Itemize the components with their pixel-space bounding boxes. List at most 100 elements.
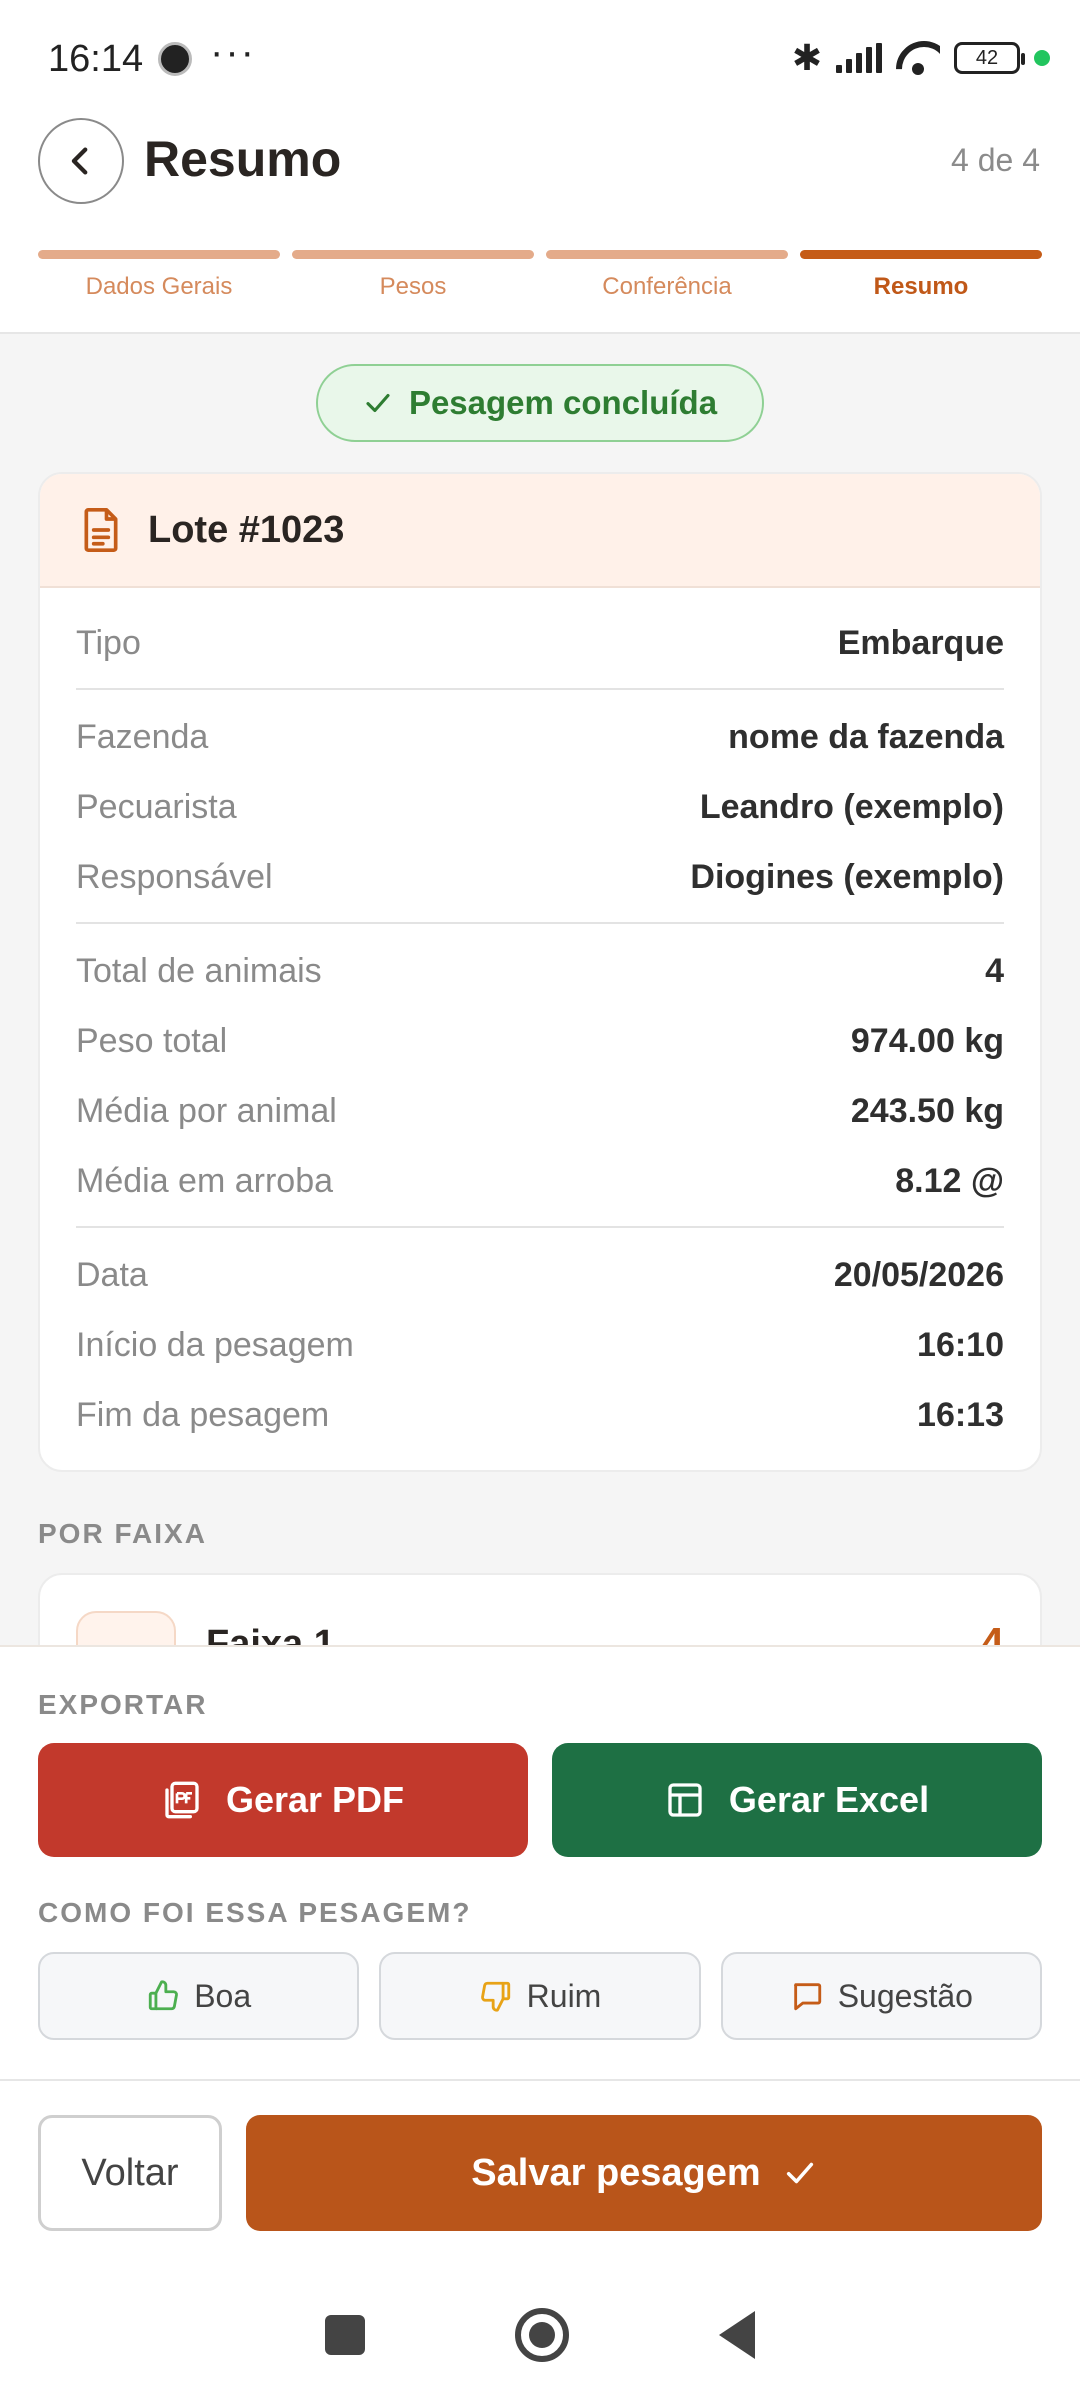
lote-summary-card: Lote #1023 Tipo Embarque Fazenda nome da… bbox=[38, 472, 1042, 1472]
generate-excel-button[interactable]: Gerar Excel bbox=[552, 1743, 1042, 1857]
step-dados-gerais[interactable]: Dados Gerais bbox=[38, 250, 280, 301]
status-bar: 16:14 ··· ✱ 42 bbox=[0, 0, 1080, 110]
detail-key: Tipo bbox=[76, 623, 141, 662]
step-label: Dados Gerais bbox=[85, 273, 233, 300]
header: Resumo 4 de 4 Dados Gerais Pesos Conferê… bbox=[0, 110, 1080, 334]
wifi-icon bbox=[896, 41, 940, 75]
home-icon[interactable] bbox=[515, 2308, 569, 2362]
detail-value: 20/05/2026 bbox=[833, 1255, 1004, 1294]
detail-row-media-animal: Média por animal 243.50 kg bbox=[76, 1076, 1004, 1146]
detail-row-fim: Fim da pesagem 16:13 bbox=[76, 1380, 1004, 1450]
feedback-bad-label: Ruim bbox=[526, 1977, 602, 2014]
system-nav-bar bbox=[0, 2270, 1080, 2400]
detail-value: 16:10 bbox=[917, 1325, 1004, 1364]
detail-key: Fazenda bbox=[76, 717, 209, 756]
detail-value: Embarque bbox=[837, 623, 1004, 662]
feedback-good-label: Boa bbox=[194, 1977, 252, 2014]
thumbs-down-icon bbox=[480, 1981, 510, 2012]
voltar-button[interactable]: Voltar bbox=[38, 2115, 222, 2231]
pdf-icon bbox=[165, 1781, 199, 1819]
step-label: Pesos bbox=[379, 273, 447, 300]
lote-details: Tipo Embarque Fazenda nome da fazenda Pe… bbox=[40, 588, 1040, 1450]
detail-key: Pecuarista bbox=[76, 787, 237, 826]
stepper: Dados Gerais Pesos Conferência Resumo bbox=[38, 250, 1042, 301]
detail-value: Diogines (exemplo) bbox=[690, 857, 1004, 896]
step-counter: 4 de 4 bbox=[951, 142, 1040, 178]
back-button[interactable] bbox=[38, 118, 124, 204]
lote-card-header: Lote #1023 bbox=[40, 474, 1040, 588]
detail-row-pecuarista: Pecuarista Leandro (exemplo) bbox=[76, 772, 1004, 842]
lote-title: Lote #1023 bbox=[148, 508, 345, 551]
section-label-por-faixa: POR FAIXA bbox=[38, 1518, 207, 1549]
thumbs-up-icon bbox=[149, 1980, 179, 2011]
detail-row-peso-total: Peso total 974.00 kg bbox=[76, 1006, 1004, 1076]
step-bar bbox=[38, 250, 280, 259]
document-icon bbox=[84, 508, 118, 552]
salvar-pesagem-button[interactable]: Salvar pesagem bbox=[246, 2115, 1042, 2231]
section-label-exportar: EXPORTAR bbox=[38, 1689, 208, 1720]
divider bbox=[0, 2079, 1080, 2081]
privacy-indicator-icon bbox=[1034, 50, 1050, 66]
divider bbox=[76, 1226, 1004, 1228]
check-icon bbox=[366, 393, 390, 413]
detail-row-media-arroba: Média em arroba 8.12 @ bbox=[76, 1146, 1004, 1216]
detail-key: Total de animais bbox=[76, 951, 322, 990]
step-resumo[interactable]: Resumo bbox=[800, 250, 1042, 301]
detail-value: 8.12 @ bbox=[895, 1161, 1004, 1200]
bluetooth-icon: ✱ bbox=[791, 37, 822, 78]
detail-value: 4 bbox=[985, 951, 1004, 990]
step-conferencia[interactable]: Conferência bbox=[546, 250, 788, 301]
check-icon bbox=[786, 2162, 813, 2184]
generate-excel-label: Gerar Excel bbox=[728, 1779, 930, 1820]
section-label-feedback: COMO FOI ESSA PESAGEM? bbox=[38, 1897, 472, 1928]
feedback-suggestion-label: Sugestão bbox=[837, 1977, 973, 2014]
step-pesos[interactable]: Pesos bbox=[292, 250, 534, 301]
step-label: Resumo bbox=[873, 273, 969, 300]
detail-row-fazenda: Fazenda nome da fazenda bbox=[76, 702, 1004, 772]
step-bar bbox=[292, 250, 534, 259]
detail-key: Fim da pesagem bbox=[76, 1395, 330, 1434]
feedback-bad-button[interactable]: Ruim bbox=[379, 1952, 701, 2040]
detail-key: Responsável bbox=[76, 857, 273, 896]
step-bar bbox=[800, 250, 1042, 259]
detail-key: Início da pesagem bbox=[76, 1325, 354, 1364]
detail-value: nome da fazenda bbox=[728, 717, 1004, 756]
feedback-suggestion-button[interactable]: Sugestão bbox=[720, 1952, 1042, 2040]
chat-bubble-icon bbox=[793, 1983, 821, 2011]
detail-value: 16:13 bbox=[917, 1395, 1004, 1434]
battery-icon: 42 bbox=[954, 42, 1025, 74]
divider bbox=[76, 688, 1004, 690]
chevron-left-icon bbox=[71, 147, 88, 175]
divider bbox=[76, 922, 1004, 924]
status-badge-text: Pesagem concluída bbox=[408, 384, 718, 421]
detail-row-total-animais: Total de animais 4 bbox=[76, 936, 1004, 1006]
generate-pdf-label: Gerar PDF bbox=[225, 1779, 405, 1820]
detail-value: 974.00 kg bbox=[850, 1021, 1004, 1060]
detail-row-responsavel: Responsável Diogines (exemplo) bbox=[76, 842, 1004, 912]
detail-row-inicio: Início da pesagem 16:10 bbox=[76, 1310, 1004, 1380]
detail-key: Peso total bbox=[76, 1021, 228, 1060]
feedback-buttons: Boa Ruim Sugestão bbox=[38, 1952, 1042, 2040]
status-icons: ✱ 42 bbox=[791, 37, 1050, 78]
alarm-icon bbox=[158, 42, 192, 76]
detail-value: Leandro (exemplo) bbox=[699, 787, 1004, 826]
feedback-good-button[interactable]: Boa bbox=[38, 1952, 360, 2040]
step-label: Conferência bbox=[602, 273, 732, 300]
recent-apps-icon[interactable] bbox=[325, 2315, 365, 2355]
detail-key: Data bbox=[76, 1255, 148, 1294]
detail-row-tipo: Tipo Embarque bbox=[76, 608, 1004, 678]
status-time: 16:14 bbox=[48, 38, 144, 80]
detail-key: Média em arroba bbox=[76, 1161, 334, 1200]
generate-pdf-button[interactable]: Gerar PDF bbox=[38, 1743, 528, 1857]
status-badge: Pesagem concluída bbox=[316, 364, 764, 442]
spreadsheet-icon bbox=[668, 1783, 702, 1817]
step-bar bbox=[546, 250, 788, 259]
detail-key: Média por animal bbox=[76, 1091, 337, 1130]
more-notifications-icon: ··· bbox=[210, 30, 256, 74]
salvar-pesagem-label: Salvar pesagem bbox=[471, 2151, 761, 2194]
detail-row-data: Data 20/05/2026 bbox=[76, 1240, 1004, 1310]
page-title: Resumo bbox=[144, 131, 342, 187]
signal-icon bbox=[836, 43, 882, 73]
detail-value: 243.50 kg bbox=[850, 1091, 1004, 1130]
system-back-icon[interactable] bbox=[719, 2311, 755, 2359]
